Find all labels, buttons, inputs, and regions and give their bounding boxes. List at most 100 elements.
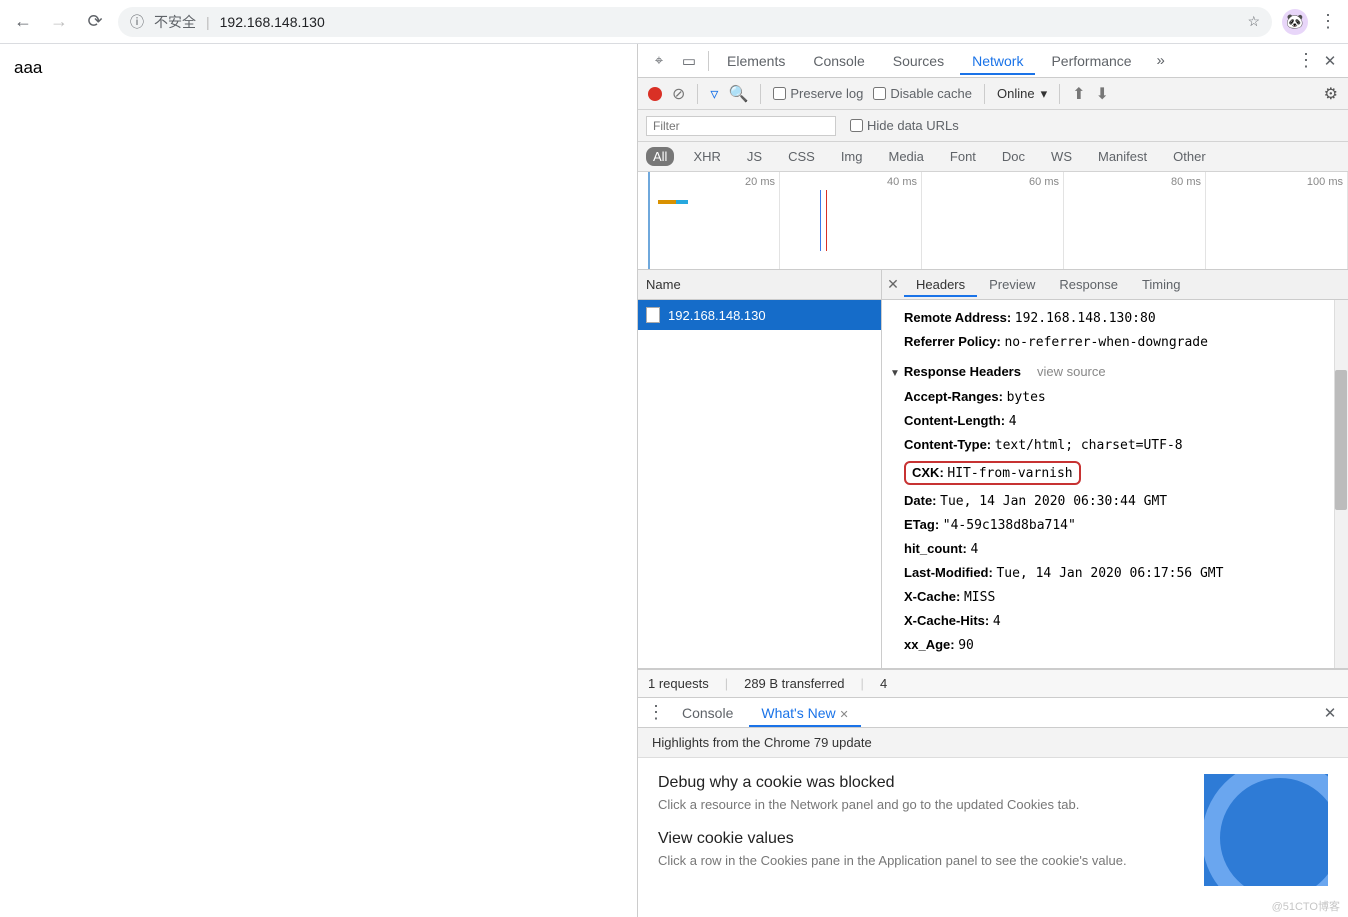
subtab-response[interactable]: Response bbox=[1047, 272, 1130, 297]
type-ws[interactable]: WS bbox=[1044, 147, 1079, 166]
forward-button[interactable]: → bbox=[46, 9, 72, 35]
upload-har-icon[interactable]: ⬆ bbox=[1072, 84, 1085, 104]
page-content: aaa bbox=[0, 44, 638, 917]
subtab-preview[interactable]: Preview bbox=[977, 272, 1047, 297]
header-row: X-Cache-Hits: 4 bbox=[886, 609, 1338, 633]
header-row: CXK: HIT-from-varnish bbox=[886, 457, 1338, 489]
preserve-log-checkbox[interactable]: Preserve log bbox=[773, 86, 863, 101]
more-tabs-icon[interactable]: » bbox=[1148, 48, 1174, 74]
header-key: X-Cache-Hits: bbox=[904, 613, 989, 628]
type-xhr[interactable]: XHR bbox=[686, 147, 727, 166]
header-val: 4 bbox=[970, 542, 978, 557]
record-button[interactable] bbox=[648, 87, 662, 101]
tab-console[interactable]: Console bbox=[801, 47, 876, 75]
devtools-menu-button[interactable]: ⋮ bbox=[1296, 50, 1316, 71]
header-key: Accept-Ranges: bbox=[904, 389, 1003, 404]
hide-data-urls-checkbox[interactable]: Hide data URLs bbox=[850, 118, 959, 133]
remote-address-val: 192.168.148.130:80 bbox=[1015, 311, 1156, 326]
status-requests: 1 requests bbox=[648, 676, 709, 691]
type-img[interactable]: Img bbox=[834, 147, 870, 166]
triangle-down-icon: ▼ bbox=[890, 368, 900, 379]
drawer-tab-whatsnew[interactable]: What's New ✕ bbox=[749, 699, 860, 727]
filter-input[interactable] bbox=[646, 116, 836, 136]
header-row: Date: Tue, 14 Jan 2020 06:30:44 GMT bbox=[886, 489, 1338, 513]
whatsnew-content[interactable]: Debug why a cookie was blocked Click a r… bbox=[638, 758, 1348, 902]
type-js[interactable]: JS bbox=[740, 147, 769, 166]
type-font[interactable]: Font bbox=[943, 147, 983, 166]
response-headers-section[interactable]: ▼Response Headers view source bbox=[886, 354, 1338, 385]
view-source-link[interactable]: view source bbox=[1037, 364, 1106, 379]
reload-button[interactable]: ⟳ bbox=[82, 9, 108, 35]
inspect-icon[interactable]: ⌖ bbox=[646, 48, 672, 74]
profile-avatar[interactable]: 🐼 bbox=[1282, 9, 1308, 35]
drawer-menu-button[interactable]: ⋮ bbox=[646, 702, 666, 723]
type-filter-row: All XHR JS CSS Img Media Font Doc WS Man… bbox=[638, 142, 1348, 172]
tick-60: 60 ms bbox=[1029, 176, 1059, 188]
browser-toolbar: ← → ⟳ ⓘ 不安全 | 192.168.148.130 ☆ 🐼 ⋮ bbox=[0, 0, 1348, 44]
remote-address-key: Remote Address: bbox=[904, 310, 1011, 325]
devtools-close-button[interactable]: ✕ bbox=[1320, 52, 1340, 70]
status-more: 4 bbox=[880, 676, 887, 691]
browser-menu-button[interactable]: ⋮ bbox=[1318, 11, 1338, 32]
type-media[interactable]: Media bbox=[881, 147, 930, 166]
info-icon: ⓘ bbox=[130, 12, 144, 32]
request-detail-tabs: ✕ Headers Preview Response Timing bbox=[882, 270, 1348, 300]
header-val: Tue, 14 Jan 2020 06:30:44 GMT bbox=[940, 494, 1167, 509]
network-status-bar: 1 requests | 289 B transferred | 4 bbox=[638, 669, 1348, 697]
type-doc[interactable]: Doc bbox=[995, 147, 1032, 166]
filter-icon[interactable]: ▿ bbox=[710, 84, 718, 104]
headers-scrollbar[interactable] bbox=[1334, 300, 1348, 668]
type-manifest[interactable]: Manifest bbox=[1091, 147, 1154, 166]
header-val: 4 bbox=[993, 614, 1001, 629]
tab-sources[interactable]: Sources bbox=[881, 47, 956, 75]
device-icon[interactable]: ▭ bbox=[676, 48, 702, 74]
header-key: Date: bbox=[904, 493, 937, 508]
referrer-policy-key: Referrer Policy: bbox=[904, 334, 1001, 349]
news-item-2-text: Click a row in the Cookies pane in the A… bbox=[658, 852, 1186, 870]
tick-100: 100 ms bbox=[1307, 176, 1343, 188]
close-details-button[interactable]: ✕ bbox=[882, 276, 904, 293]
separator bbox=[1059, 84, 1060, 104]
omnibox[interactable]: ⓘ 不安全 | 192.168.148.130 ☆ bbox=[118, 7, 1272, 37]
separator bbox=[984, 84, 985, 104]
header-row: hit_count: 4 bbox=[886, 537, 1338, 561]
network-filter-row: Hide data URLs bbox=[638, 110, 1348, 142]
main-split: aaa ⌖ ▭ Elements Console Sources Network… bbox=[0, 44, 1348, 917]
document-icon bbox=[646, 307, 660, 323]
header-val: 4 bbox=[1009, 414, 1017, 429]
header-key: xx_Age: bbox=[904, 637, 955, 652]
request-list: Name 192.168.148.130 bbox=[638, 270, 882, 668]
back-button[interactable]: ← bbox=[10, 9, 36, 35]
drawer-close-button[interactable]: ✕ bbox=[1320, 704, 1340, 722]
type-css[interactable]: CSS bbox=[781, 147, 822, 166]
headers-panel[interactable]: Remote Address: 192.168.148.130:80 Refer… bbox=[882, 300, 1348, 668]
subtab-headers[interactable]: Headers bbox=[904, 272, 977, 297]
tab-elements[interactable]: Elements bbox=[715, 47, 797, 75]
clear-button[interactable]: ⊘ bbox=[672, 84, 685, 104]
throttle-select[interactable]: Online▾ bbox=[997, 86, 1047, 102]
network-settings-icon[interactable]: ⚙ bbox=[1324, 84, 1338, 104]
scrollbar-thumb[interactable] bbox=[1335, 370, 1347, 510]
request-row[interactable]: 192.168.148.130 bbox=[638, 300, 881, 330]
download-har-icon[interactable]: ⬇ bbox=[1096, 84, 1109, 104]
header-row: Content-Type: text/html; charset=UTF-8 bbox=[886, 433, 1338, 457]
star-icon[interactable]: ☆ bbox=[1247, 13, 1260, 30]
header-key: ETag: bbox=[904, 517, 939, 532]
disable-cache-checkbox[interactable]: Disable cache bbox=[873, 86, 972, 101]
column-name-header[interactable]: Name bbox=[638, 270, 881, 300]
type-other[interactable]: Other bbox=[1166, 147, 1213, 166]
search-icon[interactable]: 🔍 bbox=[728, 84, 748, 104]
close-tab-icon[interactable]: ✕ bbox=[840, 709, 849, 721]
referrer-policy-val: no-referrer-when-downgrade bbox=[1004, 335, 1208, 350]
devtools-tabbar: ⌖ ▭ Elements Console Sources Network Per… bbox=[638, 44, 1348, 78]
drawer-tab-console[interactable]: Console bbox=[670, 699, 745, 727]
waterfall-overview[interactable]: 20 ms 40 ms 60 ms 80 ms 100 ms bbox=[638, 172, 1348, 270]
separator bbox=[760, 84, 761, 104]
drawer-tabbar: ⋮ Console What's New ✕ ✕ bbox=[638, 698, 1348, 728]
subtab-timing[interactable]: Timing bbox=[1130, 272, 1193, 297]
tab-network[interactable]: Network bbox=[960, 47, 1035, 75]
security-label: 不安全 bbox=[154, 12, 196, 32]
tab-performance[interactable]: Performance bbox=[1039, 47, 1143, 75]
header-key: Content-Length: bbox=[904, 413, 1005, 428]
type-all[interactable]: All bbox=[646, 147, 674, 166]
